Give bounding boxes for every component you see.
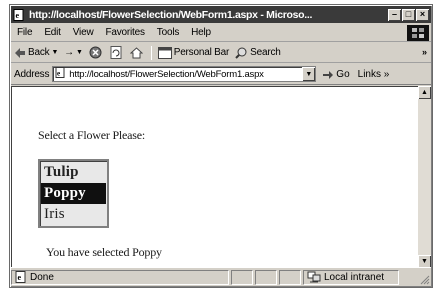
ie-done-icon: e <box>15 271 26 283</box>
menu-favorites[interactable]: Favorites <box>99 27 150 38</box>
flower-option-poppy[interactable]: Poppy <box>41 183 106 204</box>
title-bar[interactable]: e http://localhost/FlowerSelection/WebFo… <box>11 6 431 23</box>
forward-arrow-icon: → <box>64 47 74 58</box>
back-button[interactable]: Back ▼ <box>11 47 61 59</box>
menu-tools[interactable]: Tools <box>151 27 185 38</box>
search-label: Search <box>250 47 281 58</box>
ie-page-icon: e <box>13 8 25 21</box>
vertical-scrollbar[interactable]: ▲ ▼ <box>418 86 431 268</box>
flower-prompt: Select a Flower Please: <box>38 128 146 142</box>
selection-result: You have selected Poppy <box>46 245 162 259</box>
stop-icon <box>89 46 102 59</box>
toolbar-separator <box>150 45 152 60</box>
refresh-button[interactable] <box>107 46 127 59</box>
address-bar: Address e http://localhost/FlowerSelecti… <box>11 64 431 85</box>
menu-view[interactable]: View <box>67 27 100 38</box>
scroll-up-icon[interactable]: ▲ <box>418 86 431 99</box>
close-button[interactable]: × <box>416 8 429 21</box>
menu-file[interactable]: File <box>11 27 38 38</box>
standard-toolbar: Back ▼ → ▼ Personal Bar Search » <box>11 43 431 63</box>
go-button[interactable]: Go <box>322 68 350 80</box>
svg-text:e: e <box>57 70 60 78</box>
page-content: Select a Flower Please: Tulip Poppy Iris… <box>11 86 418 268</box>
back-arrow-icon <box>15 47 25 58</box>
menu-bar: File Edit View Favorites Tools Help <box>11 24 431 42</box>
personal-bar-label: Personal Bar <box>173 47 230 58</box>
resize-grip-icon[interactable] <box>420 275 430 285</box>
status-panel-empty-3 <box>279 269 301 285</box>
status-panel-empty-2 <box>255 269 277 285</box>
go-arrow-icon <box>323 71 334 79</box>
home-button[interactable] <box>127 46 148 59</box>
back-dropdown-icon[interactable]: ▼ <box>51 49 58 56</box>
status-bar: e Done Local intranet <box>11 267 431 286</box>
address-field[interactable]: e http://localhost/FlowerSelection/WebFo… <box>52 66 317 82</box>
toolbar-overflow-icon[interactable]: » <box>422 47 427 57</box>
flower-listbox[interactable]: Tulip Poppy Iris <box>38 159 109 228</box>
flower-option-tulip[interactable]: Tulip <box>41 162 106 183</box>
links-button[interactable]: Links » <box>358 69 390 80</box>
forward-dropdown-icon[interactable]: ▼ <box>76 49 83 56</box>
search-button[interactable]: Search <box>232 47 284 59</box>
minimize-button[interactable]: – <box>388 8 401 21</box>
security-zone: Local intranet <box>303 269 399 285</box>
refresh-icon <box>110 46 122 59</box>
page-icon: e <box>55 67 66 81</box>
svg-text:e: e <box>18 273 22 282</box>
svg-text:e: e <box>16 11 20 20</box>
status-main: e Done <box>11 269 229 285</box>
go-label: Go <box>336 68 350 80</box>
personal-bar-button[interactable]: Personal Bar <box>155 46 232 59</box>
forward-button[interactable]: → ▼ <box>61 47 86 58</box>
back-label: Back <box>28 47 50 58</box>
address-url[interactable]: http://localhost/FlowerSelection/WebForm… <box>69 69 302 80</box>
menu-help[interactable]: Help <box>185 27 217 38</box>
menu-edit[interactable]: Edit <box>38 27 66 38</box>
address-label: Address <box>14 68 50 80</box>
maximize-button[interactable]: □ <box>402 8 415 21</box>
window-title: http://localhost/FlowerSelection/WebForm… <box>29 8 313 21</box>
home-icon <box>129 46 143 58</box>
zone-label: Local intranet <box>324 271 385 283</box>
search-icon <box>235 47 247 59</box>
windows-logo-icon <box>407 25 429 41</box>
status-text: Done <box>30 271 54 283</box>
stop-button[interactable] <box>86 46 107 59</box>
flower-option-iris[interactable]: Iris <box>41 204 106 225</box>
intranet-zone-icon <box>307 271 321 283</box>
address-dropdown-icon[interactable]: ▼ <box>302 67 316 81</box>
personal-bar-icon <box>157 46 172 59</box>
browser-window: e http://localhost/FlowerSelection/WebFo… <box>9 4 433 288</box>
status-panel-empty-1 <box>231 269 253 285</box>
